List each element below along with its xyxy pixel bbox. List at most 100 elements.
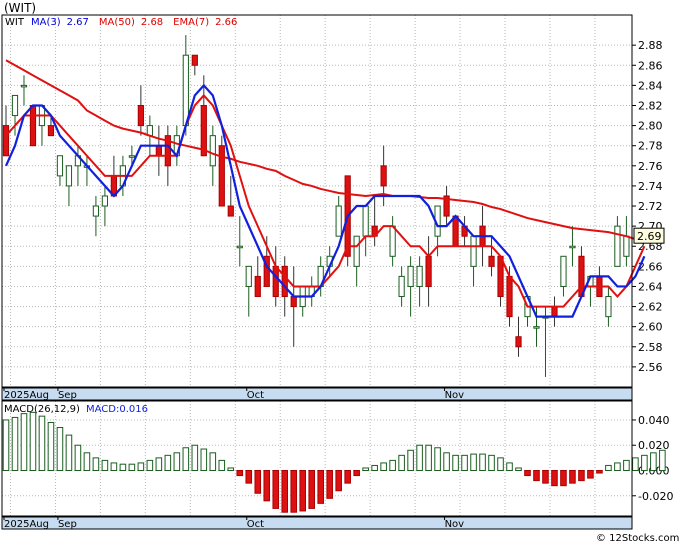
- symbol-title: (WIT): [4, 1, 36, 15]
- price-x-tick-label: Nov: [445, 390, 465, 401]
- macd-x-tick-label: Sep: [58, 519, 77, 530]
- stock-chart: 2.88 2.86 2.84 2.82 2.80 2.78 2.76 2.74 2.72 2.70…: [0, 0, 680, 546]
- macd-bar: [560, 470, 567, 487]
- price-y-tick-label: 2.62: [638, 301, 663, 314]
- macd-bar: [488, 454, 495, 472]
- macd-bar: [155, 457, 163, 472]
- candle-body: [56, 155, 64, 177]
- macd-x-axis-strip: [1, 516, 633, 530]
- macd-bar: [452, 454, 459, 472]
- macd-bar: [83, 452, 91, 472]
- macd-bar: [191, 444, 199, 472]
- candle-body: [398, 275, 405, 298]
- candle-body: [29, 104, 37, 147]
- macd-bar: [20, 413, 28, 472]
- candle-body: [488, 255, 495, 267]
- macd-y-tick-label: 0.040: [638, 414, 670, 427]
- candle-body: [380, 165, 387, 187]
- macd-bar: [524, 470, 531, 477]
- candle-body: [101, 195, 109, 207]
- macd-bar: [398, 454, 405, 472]
- macd-bar: [272, 470, 280, 509]
- price-x-tick-label: Oct: [247, 390, 264, 401]
- chart-canvas: 2.882.862.842.822.802.782.762.742.722.70…: [1, 1, 679, 544]
- macd-x-tick-label: Oct: [247, 519, 264, 530]
- macd-x-tick-label: 2025Aug: [4, 519, 49, 530]
- price-x-tick-label: Sep: [58, 390, 77, 401]
- macd-value-label: MACD:0.016: [86, 404, 148, 415]
- price-y-tick-label: 2.82: [638, 99, 663, 112]
- macd-bar: [236, 470, 244, 477]
- macd-bar: [47, 421, 55, 472]
- candle-body: [227, 205, 234, 217]
- macd-y-tick-label: -0.020: [638, 490, 673, 503]
- price-y-tick-label: 2.60: [638, 321, 663, 334]
- candle-body: [155, 145, 162, 157]
- macd-bar: [371, 464, 378, 472]
- macd-bar: [623, 459, 630, 472]
- macd-bar: [110, 462, 118, 472]
- macd-bar: [281, 470, 289, 513]
- macd-bar: [614, 462, 621, 472]
- macd-bar: [596, 470, 603, 474]
- macd-bar: [515, 467, 522, 472]
- candle-body: [236, 245, 243, 249]
- legend-item-label: MA(3): [31, 17, 61, 28]
- price-plot-background: [2, 15, 632, 387]
- macd-bar: [38, 415, 46, 472]
- price-y-tick-label: 2.74: [638, 180, 663, 193]
- price-y-tick-label: 2.88: [638, 39, 663, 52]
- candle-body: [560, 255, 567, 287]
- macd-bar: [632, 457, 639, 472]
- candle-body: [47, 125, 55, 137]
- candle: [29, 104, 37, 147]
- macd-bar: [578, 470, 585, 482]
- macd-bar: [308, 470, 315, 509]
- macd-bar: [245, 470, 253, 484]
- macd-bar: [506, 462, 513, 472]
- macd-bar: [146, 459, 154, 472]
- macd-bar: [137, 462, 145, 472]
- candle-body: [533, 326, 540, 329]
- candle-body: [290, 296, 297, 308]
- price-y-tick-label: 2.58: [638, 341, 663, 354]
- macd-label: MACD(26,12,9): [4, 404, 80, 415]
- macd-bar: [2, 419, 10, 472]
- candle: [452, 215, 459, 247]
- macd-bar: [56, 427, 64, 472]
- macd-bar: [380, 462, 387, 472]
- candle-body: [11, 94, 19, 117]
- candle-body: [569, 245, 576, 249]
- candle-body: [515, 336, 522, 348]
- candle-body: [362, 205, 369, 237]
- macd-bar: [551, 470, 558, 487]
- macd-bar: [218, 459, 226, 472]
- macd-bar: [65, 434, 73, 472]
- macd-bar: [128, 463, 136, 472]
- macd-bar: [11, 416, 19, 472]
- candle: [218, 135, 225, 207]
- macd-bar: [290, 470, 298, 513]
- macd-bar: [533, 470, 540, 482]
- macd-bar: [650, 452, 657, 472]
- macd-bar: [353, 470, 360, 477]
- candle-body: [623, 235, 630, 257]
- candle-body: [92, 205, 100, 217]
- candle-body: [335, 205, 342, 237]
- legend-ticker: WIT: [5, 17, 25, 28]
- candle-body: [65, 165, 73, 187]
- macd-bar: [389, 459, 396, 472]
- macd-bar: [227, 467, 235, 472]
- macd-bar: [470, 453, 477, 472]
- macd-bar: [641, 454, 648, 472]
- site-credit: © 12Stocks.com: [596, 533, 679, 544]
- candle-body: [605, 296, 612, 318]
- price-y-tick-label: 2.76: [638, 160, 663, 173]
- macd-bar: [569, 470, 576, 484]
- legend-item-label: EMA(7): [173, 17, 209, 28]
- macd-x-tick-label: Nov: [445, 519, 465, 530]
- price-y-tick-label: 2.80: [638, 120, 663, 133]
- macd-bar: [335, 470, 342, 492]
- macd-bar: [209, 452, 217, 472]
- macd-bar: [173, 452, 181, 472]
